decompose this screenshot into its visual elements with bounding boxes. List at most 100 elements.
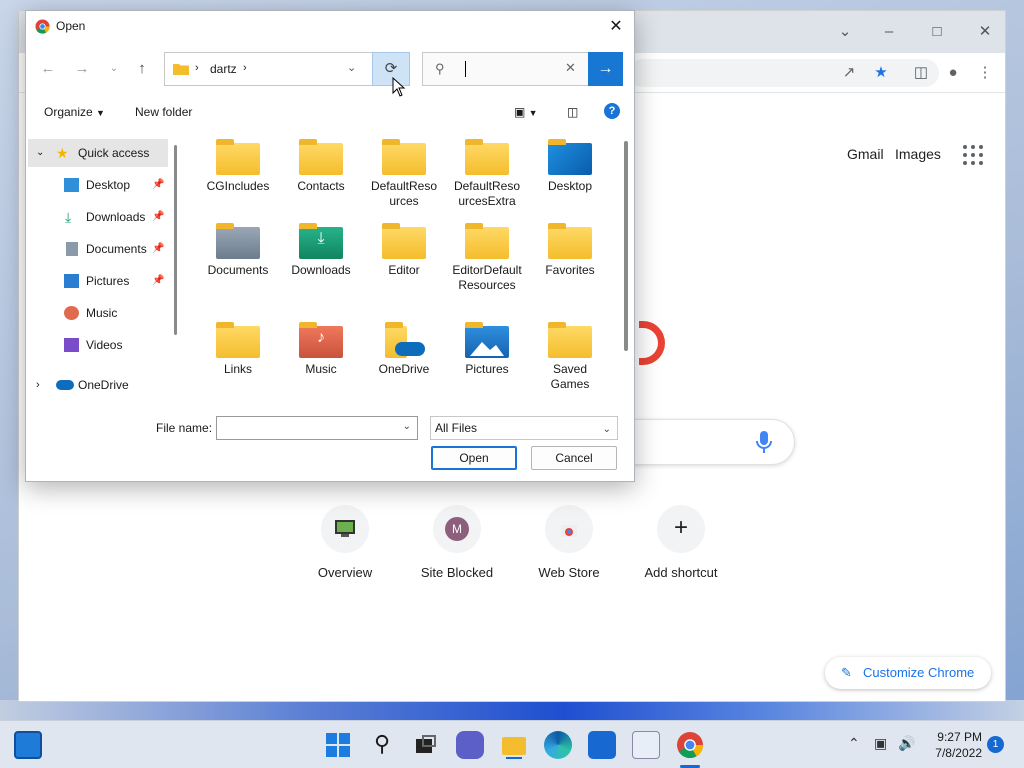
list-item[interactable]: Favorites (530, 213, 610, 278)
file-list-scrollbar[interactable] (624, 141, 628, 351)
open-button[interactable]: Open (431, 446, 517, 470)
chevron-down-icon[interactable]: ⌄ (831, 19, 859, 45)
breadcrumb[interactable]: dartz (210, 62, 237, 76)
bookmark-star-icon[interactable]: ★ (869, 61, 893, 85)
sidebar-item-desktop[interactable]: Desktop 📌 (28, 171, 168, 199)
edge-icon[interactable] (544, 731, 572, 759)
cancel-button[interactable]: Cancel (531, 446, 617, 470)
file-name: Links (223, 362, 252, 376)
close-icon[interactable]: ✕ (604, 15, 628, 39)
forward-arrow-icon[interactable]: → (68, 55, 96, 83)
list-item[interactable]: CGIncludes (198, 129, 278, 194)
pin-icon[interactable]: 📌 (152, 267, 164, 295)
folder-icon (298, 139, 344, 175)
file-type-select[interactable]: All Files ⌄ (430, 416, 618, 440)
sidebar-item-pictures[interactable]: Pictures 📌 (28, 267, 168, 295)
chevron-down-icon[interactable]: ⌄ (347, 61, 356, 74)
side-panel-icon[interactable]: ◫ (909, 61, 933, 85)
start-icon[interactable] (324, 731, 352, 759)
list-item[interactable]: EditorDefaultResources (447, 213, 527, 293)
sidebar-item-documents[interactable]: Documents 📌 (28, 235, 168, 263)
chevron-right-icon[interactable]: › (36, 371, 40, 399)
shortcut-overview[interactable]: Overview (289, 505, 401, 580)
list-item[interactable]: Contacts (281, 129, 361, 194)
documents-folder-icon (215, 223, 261, 259)
preview-pane-icon[interactable]: ◫ (567, 105, 578, 119)
list-item[interactable]: Documents (198, 213, 278, 278)
notification-badge[interactable]: 1 (987, 736, 1004, 753)
minimize-icon[interactable]: – (875, 19, 903, 45)
notepad-icon[interactable] (632, 731, 660, 759)
sidebar-item-label: Documents (86, 242, 147, 256)
nav-scrollbar[interactable] (174, 145, 177, 335)
folder-icon (215, 322, 261, 358)
apps-grid-icon[interactable] (963, 145, 983, 165)
file-type-value: All Files (435, 421, 478, 435)
shortcut-web-store[interactable]: Web Store (513, 505, 625, 580)
chevron-down-icon[interactable]: ⌄ (36, 139, 44, 167)
store-icon[interactable] (588, 731, 616, 759)
sidebar-item-quick-access[interactable]: ⌄ ★ Quick access (28, 139, 168, 167)
list-item[interactable]: Saved Games (530, 312, 610, 392)
chevron-down-icon[interactable]: ⌄ (603, 419, 611, 441)
clear-icon[interactable]: ✕ (565, 60, 576, 76)
list-item[interactable]: Desktop (530, 129, 610, 194)
file-explorer-icon[interactable] (500, 731, 528, 759)
file-name: Favorites (545, 263, 595, 277)
list-item[interactable]: DefaultResourcesExtra (447, 129, 527, 209)
view-options-icon[interactable]: ▣ ▼ (514, 105, 538, 119)
shortcut-add[interactable]: + Add shortcut (625, 505, 737, 580)
network-icon[interactable]: ▣ (874, 735, 887, 752)
search-input[interactable]: ⚲ ✕ (422, 52, 590, 86)
list-item[interactable]: DefaultResources (364, 129, 444, 209)
up-arrow-icon[interactable]: ↑ (128, 55, 156, 83)
menu-dots-icon[interactable]: ⋮ (973, 61, 997, 85)
list-item[interactable]: Links (198, 312, 278, 377)
sidebar-item-label: Music (86, 306, 118, 320)
sidebar-item-onedrive[interactable]: › OneDrive (28, 371, 168, 399)
list-item[interactable]: ♪ Music (281, 312, 361, 377)
clock[interactable]: 9:27 PM 7/8/2022 (935, 729, 982, 761)
pin-icon[interactable]: 📌 (152, 203, 164, 231)
recent-locations-chevron-icon[interactable]: ⌄ (100, 55, 128, 83)
pictures-icon (64, 274, 79, 288)
images-link[interactable]: Images (895, 146, 941, 162)
file-name-label: File name: (156, 421, 213, 435)
chevron-up-icon[interactable]: ⌃ (848, 735, 860, 752)
pin-icon[interactable]: 📌 (152, 235, 164, 263)
back-arrow-icon[interactable]: ← (34, 55, 62, 83)
task-view-icon[interactable] (412, 731, 440, 759)
shortcut-site-blocked[interactable]: M Site Blocked (401, 505, 513, 580)
profile-icon[interactable]: ● (941, 61, 965, 85)
sidebar-item-downloads[interactable]: ⤓ Downloads 📌 (28, 203, 168, 231)
search-icon[interactable]: ⚲ (368, 731, 396, 759)
sidebar-item-videos[interactable]: Videos (28, 331, 168, 359)
mic-icon[interactable] (753, 429, 775, 455)
list-item[interactable]: Pictures (447, 312, 527, 377)
file-name: Desktop (547, 179, 593, 193)
download-icon: ⤓ (65, 209, 72, 225)
search-go-button[interactable]: → (588, 52, 623, 86)
file-name-input[interactable]: ⌄ (216, 416, 418, 440)
volume-icon[interactable]: 🔊 (898, 735, 915, 752)
gmail-link[interactable]: Gmail (847, 146, 884, 162)
chat-icon[interactable] (456, 731, 484, 759)
pin-icon[interactable]: 📌 (152, 171, 164, 199)
chevron-down-icon[interactable]: ⌄ (403, 421, 411, 432)
help-icon[interactable]: ? (604, 103, 620, 119)
sidebar-item-music[interactable]: Music (28, 299, 168, 327)
share-icon[interactable]: ↗ (837, 61, 861, 85)
organize-button[interactable]: Organize ▼ (44, 105, 105, 119)
maximize-icon[interactable]: □ (923, 19, 951, 45)
breadcrumb-separator-icon: › (195, 62, 199, 74)
chrome-icon[interactable] (676, 731, 704, 759)
file-name: Saved Games (550, 362, 590, 391)
close-icon[interactable]: ✕ (971, 19, 999, 45)
list-item[interactable]: Editor (364, 213, 444, 278)
file-name: EditorDefaultResources (452, 263, 522, 292)
widgets-icon[interactable] (14, 731, 42, 759)
list-item[interactable]: OneDrive (364, 312, 444, 377)
list-item[interactable]: ⤓ Downloads (281, 213, 361, 278)
new-folder-button[interactable]: New folder (135, 105, 192, 119)
customize-chrome-button[interactable]: ✎ Customize Chrome (825, 657, 991, 689)
